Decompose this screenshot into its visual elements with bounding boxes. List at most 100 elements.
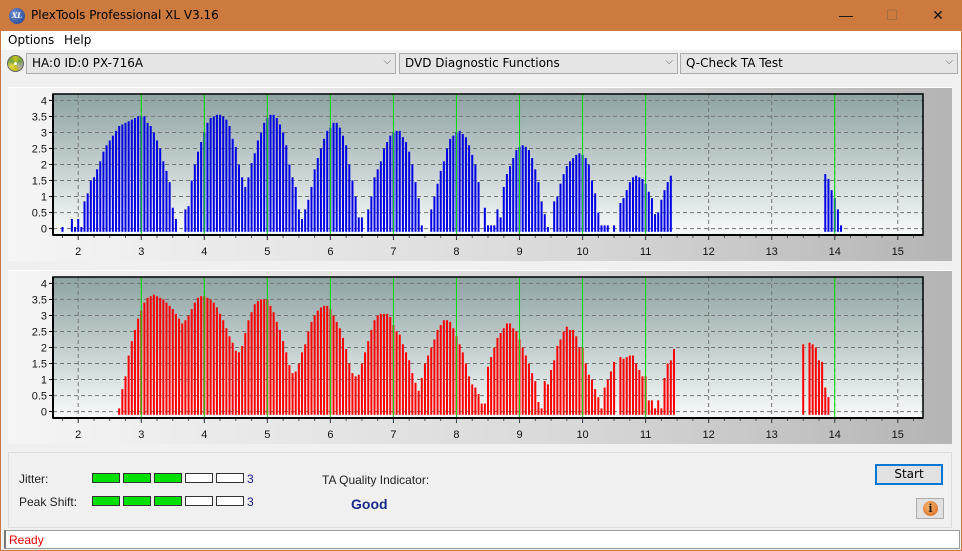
bar xyxy=(411,373,414,415)
x-tick-label: 14 xyxy=(829,246,841,258)
bar xyxy=(515,331,518,415)
y-tick-label: 3.5 xyxy=(32,111,47,123)
bar xyxy=(430,209,433,232)
bar xyxy=(606,379,609,415)
bar xyxy=(449,138,452,232)
bar xyxy=(811,344,814,415)
minimize-button[interactable]: — xyxy=(823,0,869,31)
close-button[interactable]: ✕ xyxy=(915,0,961,31)
bar xyxy=(499,217,502,232)
bar xyxy=(502,328,505,415)
bar xyxy=(130,341,133,415)
bar xyxy=(505,323,508,415)
bar xyxy=(288,164,291,232)
jitter-label: Jitter: xyxy=(19,472,49,486)
jitter-segment xyxy=(185,473,213,483)
bar xyxy=(420,225,423,232)
bar xyxy=(559,339,562,415)
y-tick-label: 2 xyxy=(41,343,47,355)
bar xyxy=(458,130,461,232)
bar xyxy=(307,199,310,232)
bar xyxy=(562,331,565,415)
bar xyxy=(253,304,256,415)
x-tick-label: 12 xyxy=(703,429,715,441)
bar xyxy=(241,345,244,415)
bar xyxy=(184,320,187,415)
ta-chart-bottom: 0 0.5 1 1.5 2 2.5 3 3.5 4 2 3 4 5 6 7 8 9 10 11 12 13 14 15 xyxy=(32,276,924,441)
bar xyxy=(190,180,193,232)
start-button[interactable]: Start xyxy=(875,464,943,485)
bar xyxy=(669,175,672,232)
bar xyxy=(546,384,549,415)
bar xyxy=(354,196,357,232)
bar xyxy=(650,400,653,415)
bar xyxy=(86,193,89,232)
bar xyxy=(96,169,99,232)
bar xyxy=(464,137,467,232)
bar xyxy=(487,366,489,415)
peak-shift-meter xyxy=(92,496,244,506)
bar xyxy=(509,166,512,232)
bar xyxy=(376,169,379,232)
bar xyxy=(556,345,559,415)
bar xyxy=(647,191,650,232)
x-tick-label: 9 xyxy=(516,246,522,258)
bar xyxy=(323,138,326,232)
bar xyxy=(244,333,247,415)
bar xyxy=(641,178,644,232)
bar xyxy=(215,114,218,232)
bar xyxy=(603,387,606,415)
y-tick-label: 2.5 xyxy=(32,326,47,338)
bar xyxy=(190,309,193,415)
bar xyxy=(572,329,575,415)
bar xyxy=(137,318,140,415)
bar xyxy=(231,138,234,232)
drive-select[interactable]: HA:0 ID:0 PX-716A ⌵ xyxy=(26,53,396,74)
menu-help[interactable]: Help xyxy=(64,33,91,47)
bar xyxy=(423,363,426,415)
bar xyxy=(127,355,130,415)
info-button[interactable]: i xyxy=(916,498,944,519)
bar xyxy=(159,148,162,232)
bar xyxy=(354,376,357,415)
bar xyxy=(537,401,540,415)
bar xyxy=(244,186,247,232)
bar xyxy=(657,212,660,232)
bar xyxy=(584,158,587,232)
x-tick-label: 3 xyxy=(138,429,144,441)
ta-quality-label: TA Quality Indicator: xyxy=(322,473,430,487)
bar xyxy=(660,199,663,232)
menu-options[interactable]: Options xyxy=(8,33,54,47)
bar xyxy=(326,130,329,232)
function-select[interactable]: DVD Diagnostic Functions ⌵ xyxy=(399,53,678,74)
bar xyxy=(294,371,297,415)
x-tick-label: 15 xyxy=(892,246,904,258)
bar xyxy=(632,355,634,415)
maximize-button[interactable]: ☐ xyxy=(869,0,915,31)
bar xyxy=(304,209,307,232)
x-tick-label: 11 xyxy=(640,246,651,258)
client-area: Options Help HA:0 ID:0 PX-716A ⌵ DVD Dia… xyxy=(1,31,961,550)
bar xyxy=(209,118,212,232)
bar xyxy=(436,329,439,415)
x-tick-label: 10 xyxy=(576,246,588,258)
bar xyxy=(405,352,408,415)
bar xyxy=(632,177,634,232)
bar xyxy=(537,182,540,232)
bar xyxy=(260,299,263,415)
bar xyxy=(474,164,477,232)
y-tick-label: 0 xyxy=(41,407,47,419)
bar xyxy=(159,297,162,415)
bar xyxy=(499,333,502,415)
bar xyxy=(319,148,322,232)
bar xyxy=(527,150,530,232)
bar xyxy=(531,373,534,415)
y-tick-label: 1.5 xyxy=(32,176,47,188)
bar xyxy=(395,130,398,232)
bar xyxy=(553,360,556,415)
test-select[interactable]: Q-Check TA Test ⌵ xyxy=(680,53,958,74)
bar xyxy=(405,142,408,232)
bar xyxy=(212,302,215,415)
bar xyxy=(587,164,590,232)
bar xyxy=(83,201,86,232)
